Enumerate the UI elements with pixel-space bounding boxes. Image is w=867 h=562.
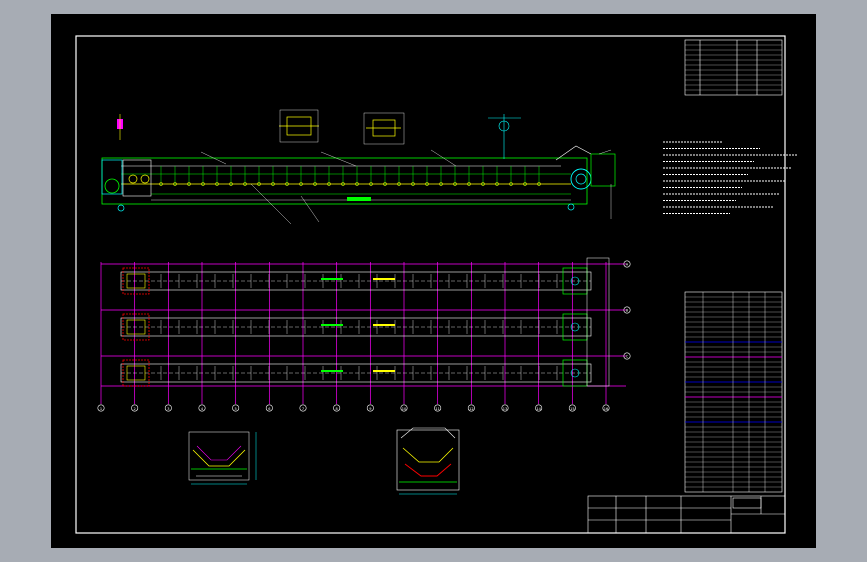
cross-section-right [396,427,460,495]
grid-column-label: 2 [134,407,136,411]
cross-section-left [188,431,257,485]
parameter-table [684,39,783,96]
conveyor-plan-view: 1 2 3 4 5 6 7 8 9 10 11 12 13 14 15 16ABC [97,257,631,412]
grid-column-label: 16 [604,407,608,411]
technical-notes [663,141,797,214]
grid-row-label: B [626,309,629,313]
conveyor-side-elevation [101,145,616,225]
cad-drawing-viewer[interactable]: 1 2 3 4 5 6 7 8 9 10 11 12 13 14 15 16 A B C [0,0,867,562]
detail-views-top [117,109,521,159]
grid-column-label: 4 [201,407,204,411]
grid-column-label: 1 [100,407,102,411]
grid-column-label: 11 [435,407,439,411]
title-block [587,495,786,534]
grid-row-label: C [626,355,629,359]
grid-column-label: 12 [469,407,473,411]
drawing-sheet: 1 2 3 4 5 6 7 8 9 10 11 12 13 14 15 16 A B C [51,14,816,548]
bill-of-materials [684,291,783,493]
grid-column-label: 9 [369,407,371,411]
grid-row-label: A [626,263,629,267]
belt-conveyor-drawing: 1 2 3 4 5 6 7 8 9 10 11 12 13 14 15 16ABC [75,35,797,534]
grid-column-label: 10 [402,407,406,411]
grid-column-label: 13 [503,407,507,411]
grid-column-label: 3 [167,407,169,411]
grid-column-label: 8 [336,407,338,411]
grid-column-label: 6 [268,407,270,411]
grid-column-label: 14 [536,407,541,411]
grid-column-label: 5 [235,407,237,411]
grid-column-label: 7 [302,407,304,411]
drawing-border [75,35,786,534]
grid-column-label: 15 [570,407,574,411]
